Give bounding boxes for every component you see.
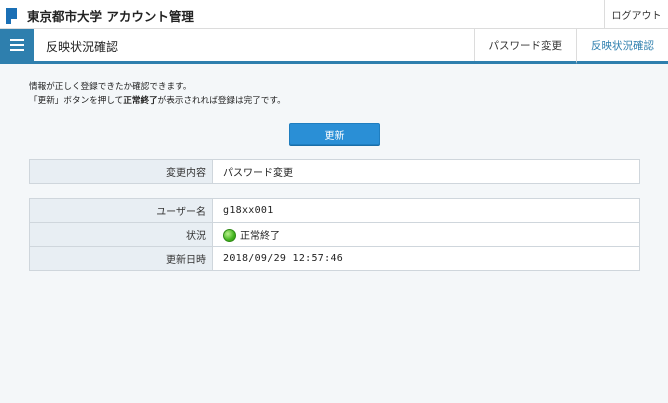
description-emphasis: 正常終了	[123, 96, 158, 106]
description-text-tail: が表示されれば登録は完了です。	[157, 96, 286, 106]
description-line-2: 「更新」ボタンを押して正常終了が表示されれば登録は完了です。	[29, 94, 286, 108]
table-row: 更新日時 2018/09/29 12:57:46	[29, 246, 640, 271]
table-row: ユーザー名 g18xx001	[29, 198, 640, 223]
change-label: 変更内容	[29, 159, 213, 184]
brand-logo-icon	[6, 7, 22, 24]
logout-button[interactable]: ログアウト	[604, 0, 668, 28]
page-title: 反映状況確認	[46, 40, 119, 54]
status-table: ユーザー名 g18xx001 状況 正常終了 更新日時 2018/09/29 1…	[29, 198, 640, 271]
change-table: 変更内容 パスワード変更	[29, 159, 640, 184]
tab-sync-status[interactable]: 反映状況確認	[576, 29, 668, 64]
green-circle-icon	[223, 229, 236, 242]
updated-label: 更新日時	[29, 246, 213, 271]
table-row: 変更内容 パスワード変更	[29, 159, 640, 184]
nav-bar: 反映状況確認 パスワード変更 反映状況確認	[0, 29, 668, 64]
description: 情報が正しく登録できたか確認できます。 「更新」ボタンを押して正常終了が表示され…	[29, 80, 286, 108]
description-text: 「更新」ボタンを押して	[29, 96, 124, 106]
status-cell: 正常終了	[212, 222, 640, 247]
tabs: パスワード変更 反映状況確認	[473, 29, 668, 64]
user-label: ユーザー名	[29, 198, 213, 223]
status-label: 状況	[29, 222, 213, 247]
updated-value: 2018/09/29 12:57:46	[212, 246, 640, 271]
top-bar: 東京都市大学 アカウント管理 ログアウト	[0, 0, 668, 29]
brand: 東京都市大学 アカウント管理	[6, 6, 194, 25]
tab-password-change[interactable]: パスワード変更	[473, 29, 577, 61]
change-value: パスワード変更	[212, 159, 640, 184]
table-row: 状況 正常終了	[29, 222, 640, 247]
description-line-1: 情報が正しく登録できたか確認できます。	[29, 82, 192, 92]
user-value: g18xx001	[212, 198, 640, 223]
hamburger-menu-icon[interactable]	[0, 29, 34, 61]
update-button[interactable]: 更新	[289, 123, 380, 145]
status-value: 正常終了	[240, 231, 280, 242]
app-title: 東京都市大学 アカウント管理	[27, 9, 194, 24]
